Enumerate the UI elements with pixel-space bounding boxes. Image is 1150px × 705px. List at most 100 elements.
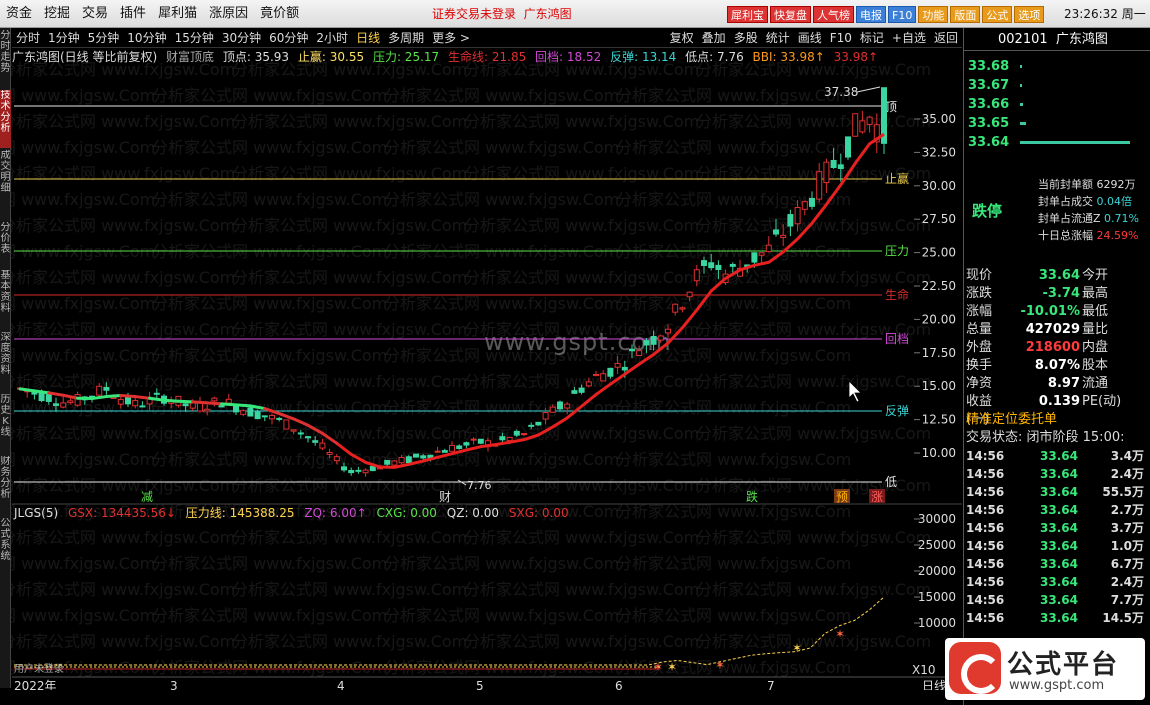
trade-volume: 2.4万 xyxy=(1110,575,1144,589)
trade-time: 14:56 xyxy=(966,449,1005,463)
candle-body xyxy=(153,392,160,395)
signal-rise: 涨 xyxy=(871,489,883,504)
candle-body xyxy=(521,433,527,436)
stat-key-2: 今开 xyxy=(1082,268,1109,283)
candle-body xyxy=(405,456,412,464)
candle-body xyxy=(333,456,340,462)
orderbook-price: 33.64 xyxy=(968,135,1010,150)
trade-time: 14:56 xyxy=(966,575,1005,589)
trade-time: 14:56 xyxy=(966,467,1005,481)
stat-key-2: 内盘 xyxy=(1082,340,1109,355)
indicator2-qz: QZ: 0.00 xyxy=(446,506,500,520)
candle-body xyxy=(240,410,247,415)
stat-key-2: 流通 xyxy=(1082,376,1109,391)
y-tick-label: 27.50 xyxy=(922,212,956,226)
trade-price: 33.64 xyxy=(1040,449,1078,463)
trade-row: 14:56 33.64 3.7万 xyxy=(964,519,1150,537)
candle-body xyxy=(535,421,542,426)
y-tick-label: 15000 xyxy=(918,590,956,604)
trade-row: 14:56 33.64 1.0万 xyxy=(964,537,1150,555)
indicator-foot: 用户未登录 xyxy=(14,662,64,675)
candle-body xyxy=(269,414,275,420)
candle-body xyxy=(845,136,851,158)
logo-url: www.gspt.com xyxy=(1009,678,1105,693)
candle-body xyxy=(470,438,477,441)
indicator2-name[interactable]: JLGS(5) xyxy=(14,506,58,520)
orderbook-row[interactable]: 33.68 xyxy=(964,57,1150,76)
limit-down-panel: 跌停 当前封单额 6292万 封单占成交 0.04倍 封单占流通Z 0.71% … xyxy=(964,176,1150,256)
trend-segment xyxy=(119,394,137,399)
candle-body xyxy=(629,348,635,352)
candle-body xyxy=(276,417,283,420)
trend-segment xyxy=(205,401,224,406)
stat-key-2: PE(动) xyxy=(1082,394,1122,409)
candle-body xyxy=(103,386,110,391)
candle-body xyxy=(708,262,715,269)
toolbar-button[interactable]: 选项 xyxy=(1014,6,1045,23)
candle-body xyxy=(614,363,621,368)
candle-body xyxy=(780,234,787,238)
orderbook-row[interactable]: 33.65 xyxy=(964,114,1150,133)
candle-body xyxy=(499,436,506,441)
candle-body xyxy=(67,400,74,404)
site-logo: 公式平台 www.gspt.com xyxy=(945,638,1145,700)
trade-price: 33.64 xyxy=(1040,557,1078,571)
candle-body xyxy=(593,373,599,377)
x-label-period: 日线 xyxy=(922,679,946,690)
toolbar-button[interactable]: 公式 xyxy=(982,6,1013,23)
candle-body xyxy=(621,366,628,371)
y-tick-label: 35.00 xyxy=(922,112,956,126)
trade-price: 33.64 xyxy=(1040,593,1078,607)
y-tick-label: 32.50 xyxy=(922,145,956,159)
trend-segment xyxy=(90,395,108,401)
candle-body xyxy=(348,469,355,474)
section-title[interactable]: 精准定位委托单 xyxy=(964,411,1150,429)
y-tick-label: 20.00 xyxy=(922,312,956,326)
indicator-marker-icon: ✶ xyxy=(715,658,725,672)
candle-body xyxy=(600,373,607,382)
candle-body xyxy=(38,392,45,402)
level-label-life: 生命 xyxy=(885,287,909,302)
candle-body xyxy=(816,171,823,200)
orderbook-row[interactable]: 33.66 xyxy=(964,95,1150,114)
y-tick-label: 30000 xyxy=(918,512,956,526)
trade-row: 14:56 33.64 55.5万 xyxy=(964,483,1150,501)
candle-body xyxy=(355,469,362,472)
price-axis: 35.00 32.50 30.00 27.50 25.00 22.50 20.00 17.50… xyxy=(914,112,956,460)
orderbook-price: 33.67 xyxy=(968,78,1010,93)
trade-time: 14:56 xyxy=(966,485,1005,499)
candle-body xyxy=(204,408,211,412)
candle-body xyxy=(477,438,484,444)
level-label-press: 压力 xyxy=(885,244,909,258)
trade-state: 交易状态: 闭市阶段 15:00: xyxy=(966,430,1125,445)
stat-key: 涨幅 xyxy=(966,304,993,319)
candle-body xyxy=(758,252,765,256)
candle-body xyxy=(650,335,657,345)
candle-body xyxy=(672,303,679,313)
orderbook-row[interactable]: 33.67 xyxy=(964,76,1150,95)
candle-body xyxy=(679,307,686,310)
indicator2-ylx: 压力线: 145388.25 xyxy=(185,506,295,520)
trade-row: 14:56 33.64 2.4万 xyxy=(964,573,1150,591)
candle-body xyxy=(837,164,844,170)
orderbook-row[interactable]: 33.64 xyxy=(964,133,1150,152)
candle-body xyxy=(794,206,801,225)
stat-key: 外盘 xyxy=(966,340,993,355)
trade-row: 14:56 33.64 6.7万 xyxy=(964,555,1150,573)
price-chart[interactable]: 顶 止赢 压力 生命 回档 反弹 低 37.38 7.76 35.0032.50… xyxy=(0,0,962,690)
stock-header[interactable]: 002101 广东鸿图 xyxy=(964,28,1150,51)
candle-body xyxy=(607,367,614,377)
candle-body xyxy=(341,466,347,471)
trade-volume: 7.7万 xyxy=(1110,593,1144,607)
orderbook-bar xyxy=(1020,103,1023,106)
quote-stats: 现价 33.64 今开 涨跌 -3.74 最高 涨幅 -10.01% 最低 总量 427029 量比外… xyxy=(964,267,1150,427)
candle-body xyxy=(74,394,81,406)
stat-key-2: 最低 xyxy=(1082,304,1109,319)
candle-body xyxy=(585,381,592,387)
candle-body xyxy=(636,350,643,357)
candle-body xyxy=(686,291,693,298)
indicator2-gsx: GSX: 134435.56↓ xyxy=(67,506,176,520)
candle-body xyxy=(773,229,779,235)
stat-value: 8.07% xyxy=(1034,358,1080,373)
candle-body xyxy=(290,429,297,432)
